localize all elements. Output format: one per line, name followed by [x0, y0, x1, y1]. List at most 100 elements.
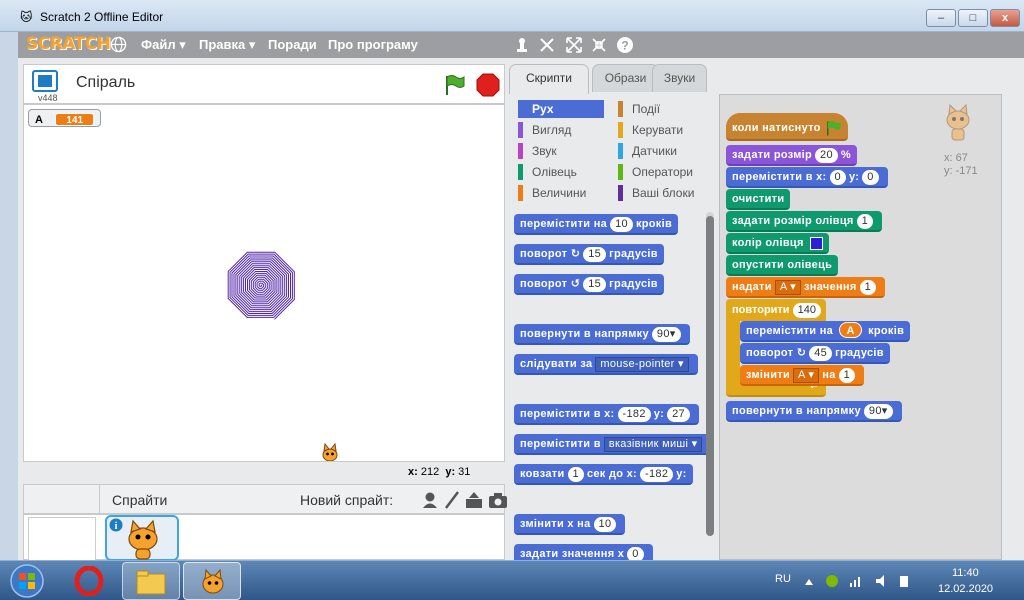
block-turn-left[interactable]: поворот ↺ 15 градусів — [514, 274, 664, 295]
taskbar-opera[interactable] — [60, 562, 118, 600]
close-button[interactable]: x — [990, 9, 1020, 27]
category-label: Датчики — [632, 144, 677, 158]
category-6[interactable]: Події — [618, 100, 704, 118]
scratch-cat-icon: 🐱 — [20, 10, 33, 24]
category-2[interactable]: Вигляд — [518, 121, 604, 139]
fullscreen-icon[interactable] — [32, 70, 58, 92]
rotate-right-icon: ↻ — [570, 248, 581, 260]
svg-text:i: i — [115, 521, 118, 532]
stop-sign-icon[interactable] — [476, 73, 500, 97]
category-10[interactable]: Ваші блоки — [618, 184, 704, 202]
rotate-right-icon: ↻ — [796, 347, 807, 359]
tray-expand-icon — [805, 579, 813, 585]
block-change-x[interactable]: змінити х на 10 — [514, 514, 626, 535]
tab-scripts[interactable]: Скрипти — [509, 64, 589, 94]
block-move-var-steps[interactable]: перемістити на A кроків — [740, 321, 911, 342]
category-8[interactable]: Датчики — [618, 142, 704, 160]
block-point-direction[interactable]: повернути в напрямку 90▾ — [726, 401, 902, 422]
block-when-flag-clicked[interactable]: коли натиснуто — [726, 113, 849, 141]
block-point-direction[interactable]: повернути в напрямку 90▾ — [514, 324, 690, 345]
block-point-towards[interactable]: слідувати за mouse-pointer ▾ — [514, 354, 698, 375]
tab-costumes[interactable]: Образи — [592, 64, 659, 92]
cat-sprite-watermark-icon — [946, 103, 970, 141]
category-3[interactable]: Звук — [518, 142, 604, 160]
palette-scrollbar[interactable] — [706, 212, 714, 536]
menu-edit[interactable]: Правка ▾ — [199, 37, 255, 53]
block-set-pen-size[interactable]: задати розмір олівця 1 — [726, 211, 883, 232]
block-change-variable[interactable]: змінити A ▾ на 1 — [740, 365, 865, 386]
variable-value: 141 — [55, 113, 95, 126]
category-color-swatch — [618, 143, 623, 159]
category-4[interactable]: Олівець — [518, 163, 604, 181]
block-glide[interactable]: ковзати 1 сек до x: -182 y: — [514, 464, 693, 485]
tray-language[interactable]: RU — [775, 573, 791, 585]
stage-thumbnail[interactable] — [28, 517, 96, 561]
menu-file[interactable]: Файл ▾ — [141, 37, 186, 53]
clock-date: 12.02.2020 — [938, 583, 994, 595]
pen-color-swatch[interactable] — [810, 236, 824, 250]
taskbar-scratch[interactable] — [183, 562, 241, 600]
block-set-pen-color[interactable]: колір олівця — [726, 233, 830, 254]
rotate-left-icon: ↺ — [570, 278, 581, 290]
block-move-steps[interactable]: перемістити на 10 кроків — [514, 214, 679, 235]
block-clear[interactable]: очистити — [726, 189, 791, 210]
help-icon[interactable]: ? — [616, 36, 634, 54]
maximize-button[interactable]: □ — [958, 9, 988, 27]
menu-bar: SCRATCH Файл ▾ Правка ▾ Поради Про прогр… — [18, 32, 1024, 58]
tray-icons[interactable] — [802, 573, 912, 589]
category-label: Ваші блоки — [632, 186, 695, 200]
menu-about[interactable]: Про програму — [328, 37, 418, 52]
grow-icon[interactable] — [565, 36, 583, 54]
block-pen-down[interactable]: опустити олівець — [726, 255, 839, 276]
block-goto[interactable]: перемістити в вказівник миші ▾ — [514, 434, 712, 455]
upload-icon[interactable] — [464, 491, 484, 509]
svg-text:?: ? — [621, 39, 628, 53]
variable-monitor[interactable]: A 141 — [28, 109, 102, 127]
category-7[interactable]: Керувати — [618, 121, 704, 139]
block-set-size[interactable]: задати розмір 20% — [726, 145, 857, 166]
duplicate-stamp-icon[interactable] — [513, 36, 531, 54]
category-1[interactable]: Рух — [518, 100, 604, 118]
stage-header: v448 Спіраль — [23, 64, 505, 104]
sprite-thumbnail[interactable]: i — [105, 515, 179, 561]
sprites-header: Спрайти Новий спрайт: — [23, 484, 508, 515]
category-color-swatch — [618, 122, 623, 138]
category-color-swatch — [518, 143, 523, 159]
battery-icon — [900, 576, 908, 587]
clock-time: 11:40 — [952, 567, 979, 579]
category-label: Рух — [532, 102, 554, 116]
block-goto-xy[interactable]: перемістити в x: -182 y: 27 — [514, 404, 699, 425]
version-label: v448 — [38, 93, 58, 103]
category-label: Події — [632, 102, 661, 116]
block-turn-right[interactable]: поворот ↻ 15 градусів — [514, 244, 664, 265]
folder-icon — [136, 570, 166, 595]
cat-sprite-icon[interactable] — [318, 441, 342, 462]
tab-sounds[interactable]: Звуки — [652, 64, 707, 92]
paint-brush-icon[interactable] — [442, 491, 462, 509]
green-flag-icon[interactable] — [442, 73, 466, 97]
windows-taskbar: RU 11:40 12.02.2020 — [0, 560, 1024, 600]
block-set-variable[interactable]: надати A ▾ значення 1 — [726, 277, 886, 298]
category-color-swatch — [618, 185, 623, 201]
category-9[interactable]: Оператори — [618, 163, 704, 181]
palette-scroll-thumb[interactable] — [706, 216, 714, 536]
stage-column — [24, 485, 100, 515]
taskbar-explorer[interactable] — [122, 562, 180, 600]
project-title[interactable]: Спіраль — [76, 74, 135, 92]
scratch-logo[interactable]: SCRATCH — [26, 34, 111, 54]
volume-icon — [876, 575, 884, 587]
windows-start-icon[interactable] — [6, 563, 48, 599]
minimize-button[interactable]: – — [926, 9, 956, 27]
block-set-x[interactable]: задати значення х0 — [514, 544, 653, 560]
camera-icon[interactable] — [488, 491, 508, 509]
block-turn-right[interactable]: поворот ↻ 45 градусів — [740, 343, 890, 364]
category-5[interactable]: Величини — [518, 184, 604, 202]
cut-scissors-icon[interactable] — [538, 36, 556, 54]
mouse-coordinates: x: 212 y: 31 — [408, 466, 471, 478]
sprite-library-icon[interactable] — [420, 491, 440, 509]
shrink-icon[interactable] — [590, 36, 608, 54]
block-goto-xy[interactable]: перемістити в х: 0 у: 0 — [726, 167, 888, 188]
stage-canvas[interactable]: A 141 — [23, 104, 505, 462]
globe-icon[interactable] — [110, 36, 127, 53]
menu-tips[interactable]: Поради — [268, 37, 317, 52]
